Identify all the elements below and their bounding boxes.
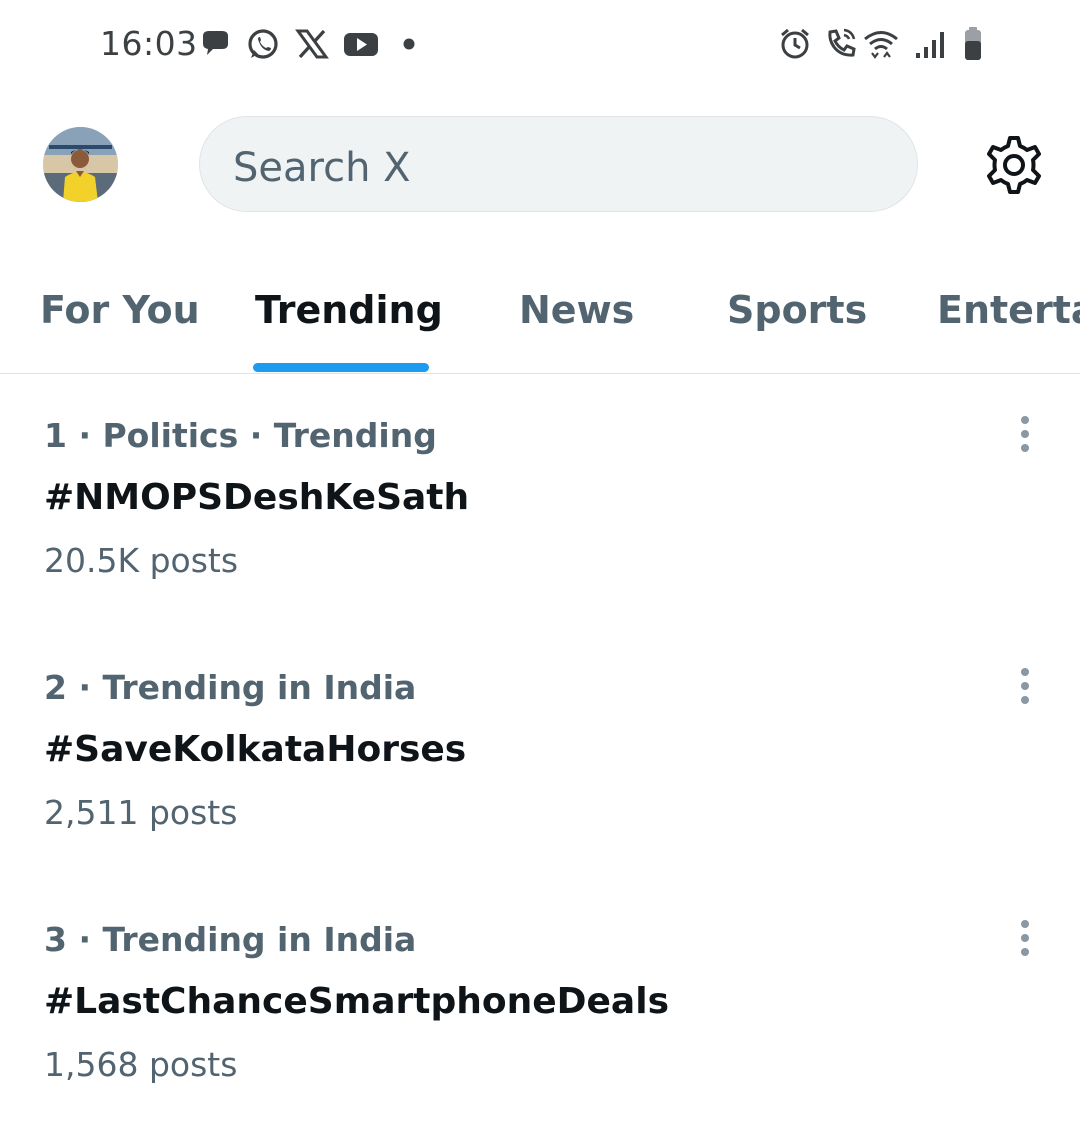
tab-news[interactable]: News	[519, 288, 634, 332]
search-placeholder: Search X	[233, 145, 411, 191]
status-bar: 16:03	[0, 0, 1080, 88]
trend-title: #SaveKolkataHorses	[44, 729, 467, 770]
gear-icon[interactable]	[983, 134, 1045, 196]
trend-item[interactable]: 2 · Trending in India #SaveKolkataHorses…	[0, 626, 1080, 878]
tab-trending[interactable]: Trending	[255, 288, 443, 332]
explore-screen: 16:03 Search X For You Trending News Spo…	[0, 0, 1080, 1138]
battery-icon	[962, 26, 984, 62]
tab-entertainment[interactable]: Enterta	[937, 288, 1080, 332]
trend-post-count: 1,568 posts	[44, 1045, 238, 1084]
tab-bar: For You Trending News Sports Enterta	[0, 250, 1080, 374]
status-time: 16:03	[100, 24, 198, 63]
x-logo-icon	[295, 26, 329, 62]
search-input[interactable]: Search X	[199, 116, 918, 212]
more-options-icon[interactable]	[1008, 918, 1042, 958]
wifi-icon	[862, 26, 900, 62]
youtube-icon	[343, 26, 379, 62]
trend-title: #LastChanceSmartphoneDeals	[44, 981, 669, 1022]
tab-sports[interactable]: Sports	[727, 288, 867, 332]
chat-bubble-icon	[200, 26, 230, 62]
active-tab-indicator	[253, 363, 429, 372]
dot-icon	[402, 26, 416, 62]
alarm-icon	[778, 26, 812, 62]
trend-title: #NMOPSDeshKeSath	[44, 477, 470, 518]
whatsapp-icon	[245, 26, 281, 62]
wifi-calling-icon	[825, 26, 859, 62]
more-options-icon[interactable]	[1008, 666, 1042, 706]
trend-post-count: 2,511 posts	[44, 793, 238, 832]
avatar-image	[43, 127, 118, 202]
trend-context: 1 · Politics · Trending	[44, 416, 437, 455]
trend-context: 2 · Trending in India	[44, 668, 417, 707]
tab-for-you[interactable]: For You	[40, 288, 200, 332]
more-options-icon[interactable]	[1008, 414, 1042, 454]
trend-post-count: 20.5K posts	[44, 541, 239, 580]
signal-icon	[914, 26, 948, 62]
avatar[interactable]	[43, 127, 118, 202]
trend-context: 3 · Trending in India	[44, 920, 417, 959]
trend-item[interactable]: 1 · Politics · Trending #NMOPSDeshKeSath…	[0, 374, 1080, 626]
trend-item[interactable]: 3 · Trending in India #LastChanceSmartph…	[0, 878, 1080, 1130]
